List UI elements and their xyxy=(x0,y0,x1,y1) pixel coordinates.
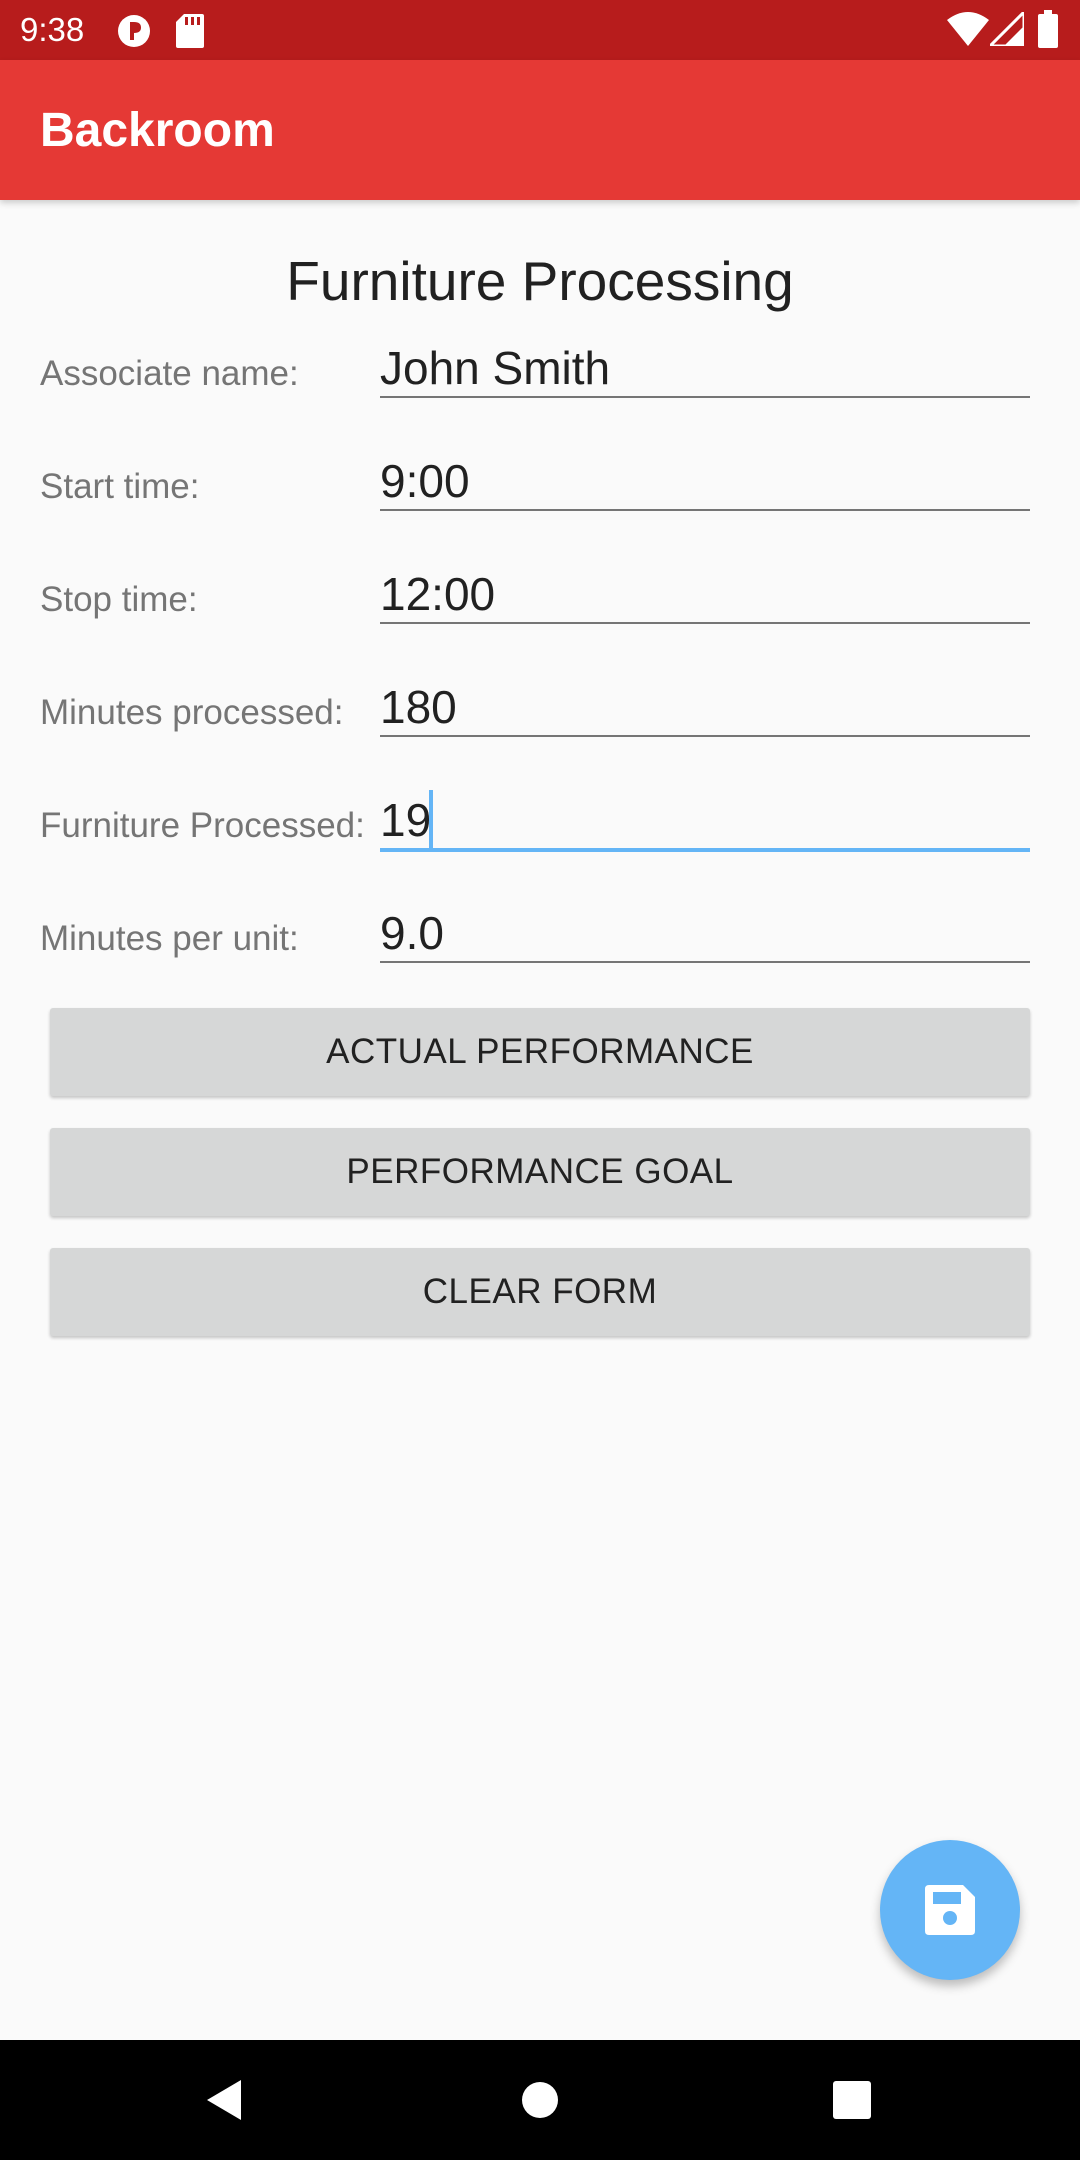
app-notification-icon xyxy=(117,14,151,53)
app-bar: Backroom xyxy=(0,60,1080,200)
navigation-bar xyxy=(0,2040,1080,2160)
minutes-per-unit-row: Minutes per unit: xyxy=(0,905,1080,1018)
furniture-processed-label: Furniture Processed: xyxy=(40,806,365,845)
associate-name-label: Associate name: xyxy=(40,354,299,393)
save-button[interactable] xyxy=(880,1840,1020,1980)
furniture-processed-row: Furniture Processed: xyxy=(0,790,1080,905)
recents-button[interactable] xyxy=(822,2070,882,2130)
save-icon xyxy=(925,1885,975,1935)
minutes-processed-input[interactable] xyxy=(380,679,1030,737)
stop-time-row: Stop time: xyxy=(0,566,1080,679)
minutes-processed-row: Minutes processed: xyxy=(0,679,1080,792)
battery-icon xyxy=(1038,10,1058,53)
app-title: Backroom xyxy=(40,104,275,157)
status-time: 9:38 xyxy=(20,11,85,48)
start-time-input[interactable] xyxy=(380,453,1030,511)
actual-performance-button[interactable]: ACTUAL PERFORMANCE xyxy=(50,1008,1030,1096)
status-bar: 9:38 xyxy=(0,0,1080,60)
start-time-row: Start time: xyxy=(0,453,1080,566)
minutes-processed-label: Minutes processed: xyxy=(40,693,344,732)
clear-form-button[interactable]: CLEAR FORM xyxy=(50,1248,1030,1336)
recents-icon xyxy=(833,2081,871,2119)
cellular-signal-icon xyxy=(986,8,1026,51)
text-cursor xyxy=(429,790,433,850)
page-title: Furniture Processing xyxy=(286,250,794,312)
performance-goal-button[interactable]: PERFORMANCE GOAL xyxy=(50,1128,1030,1216)
stop-time-input[interactable] xyxy=(380,566,1030,624)
associate-name-input[interactable] xyxy=(380,340,1030,398)
home-button[interactable] xyxy=(510,2070,570,2130)
screen: 9:38 Backroom Furniture Processing Assoc… xyxy=(0,0,1080,2160)
sd-card-icon xyxy=(176,14,204,53)
wifi-icon xyxy=(947,12,989,51)
minutes-per-unit-input[interactable] xyxy=(380,905,1030,963)
start-time-label: Start time: xyxy=(40,467,200,506)
associate-name-row: Associate name: xyxy=(0,340,1080,453)
home-icon xyxy=(522,2082,558,2118)
minutes-per-unit-label: Minutes per unit: xyxy=(40,919,299,958)
furniture-processed-input[interactable] xyxy=(380,792,1030,852)
stop-time-label: Stop time: xyxy=(40,580,198,619)
back-icon xyxy=(207,2080,241,2120)
back-button[interactable] xyxy=(195,2070,255,2130)
